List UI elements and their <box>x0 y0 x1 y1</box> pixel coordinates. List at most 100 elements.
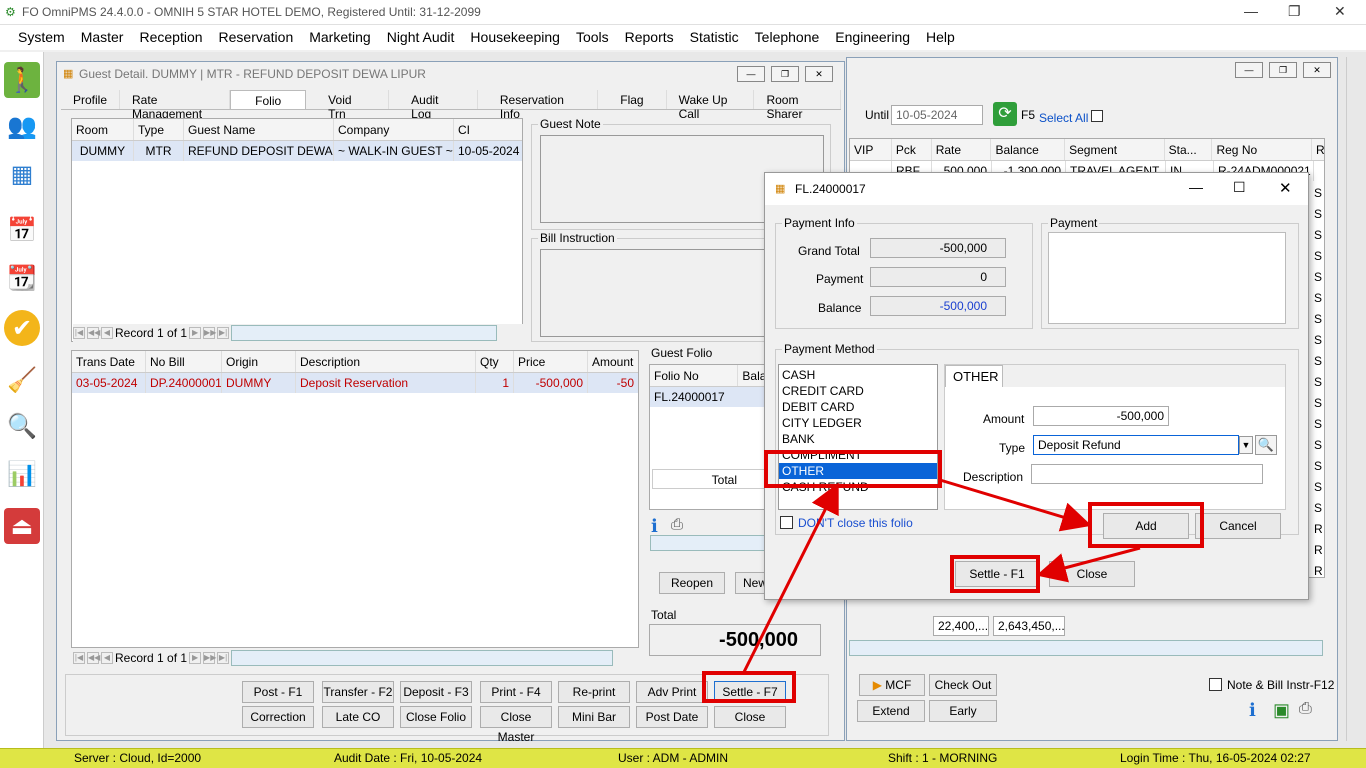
statistics-icon[interactable]: 📊 <box>4 456 40 492</box>
extend-button[interactable]: Extend <box>857 700 925 722</box>
col-rate[interactable]: Rate <box>932 139 992 160</box>
next-record-icon[interactable]: ▶ <box>189 327 202 339</box>
first-record-icon[interactable]: |◀ <box>73 652 85 664</box>
floor-plan-icon[interactable]: ▦ <box>4 156 40 192</box>
transfer-button[interactable]: Transfer - F2 <box>322 681 394 703</box>
menu-tools[interactable]: Tools <box>568 25 617 50</box>
method-city-ledger[interactable]: CITY LEDGER <box>779 415 937 431</box>
check-out-button[interactable]: Check Out <box>929 674 997 696</box>
select-all-label[interactable]: Select All <box>1039 111 1088 125</box>
dont-close-checkbox[interactable] <box>780 516 793 529</box>
dialog-maximize-icon[interactable]: ☐ <box>1233 179 1246 196</box>
search-analytics-icon[interactable]: 🔍 <box>4 408 40 444</box>
col-ci[interactable]: CI <box>454 119 522 140</box>
col-status[interactable]: Sta... <box>1165 139 1213 160</box>
reprint-button[interactable]: Re-print <box>558 681 630 703</box>
mdi-scrollbar[interactable] <box>1346 57 1364 741</box>
post-date-button[interactable]: Post Date <box>636 706 708 728</box>
menu-reception[interactable]: Reception <box>131 25 210 50</box>
method-bank[interactable]: BANK <box>779 431 937 447</box>
adv-print-button[interactable]: Adv Print <box>636 681 708 703</box>
tab-void-trn[interactable]: Void Trn <box>306 90 390 121</box>
trans-hscroll[interactable] <box>231 650 614 666</box>
col-description[interactable]: Description <box>296 351 476 372</box>
until-date-field[interactable]: 10-05-2024 <box>891 105 983 125</box>
dont-close-label[interactable]: DON'T close this folio <box>798 516 913 530</box>
menu-engineering[interactable]: Engineering <box>827 25 918 50</box>
method-credit-card[interactable]: CREDIT CARD <box>779 383 937 399</box>
tab-folio[interactable]: Folio <box>230 90 307 109</box>
tab-flag[interactable]: Flag <box>598 90 667 109</box>
select-all-checkbox[interactable] <box>1091 110 1103 122</box>
col-no-bill[interactable]: No Bill <box>146 351 222 372</box>
mini-bar-button[interactable]: Mini Bar <box>558 706 630 728</box>
col-price[interactable]: Price <box>514 351 588 372</box>
prev-record-icon[interactable]: ◀ <box>101 652 113 664</box>
col-guest-name[interactable]: Guest Name <box>184 119 334 140</box>
menu-master[interactable]: Master <box>73 25 132 50</box>
close-master-button[interactable]: Close Master <box>480 706 552 744</box>
menu-statistic[interactable]: Statistic <box>682 25 747 50</box>
col-reg-no[interactable]: Reg No <box>1212 139 1313 160</box>
prev-page-icon[interactable]: ◀◀ <box>87 652 100 664</box>
col-folio-no[interactable]: Folio No <box>650 365 739 386</box>
payment-method-list[interactable]: CASH CREDIT CARD DEBIT CARD CITY LEDGER … <box>778 364 938 510</box>
amount-field[interactable]: -500,000 <box>1033 406 1169 426</box>
close-button[interactable]: Close <box>714 706 786 728</box>
info-icon[interactable]: ℹ <box>1249 700 1256 721</box>
folio-hscroll[interactable] <box>650 535 768 551</box>
method-cash[interactable]: CASH <box>779 367 937 383</box>
last-record-icon[interactable]: ▶| <box>217 327 230 339</box>
exit-icon[interactable]: ⏏ <box>4 508 40 544</box>
menu-reports[interactable]: Reports <box>617 25 682 50</box>
restore-icon[interactable]: ❐ <box>1288 3 1301 20</box>
tab-profile[interactable]: Profile <box>61 90 121 109</box>
first-record-icon[interactable]: |◀ <box>73 327 85 339</box>
prev-page-icon[interactable]: ◀◀ <box>87 327 100 339</box>
col-amount[interactable]: Amount <box>588 351 638 372</box>
gd-restore-button[interactable]: ❐ <box>771 66 799 82</box>
col-pck[interactable]: Pck <box>892 139 932 160</box>
transaction-row[interactable]: 03-05-2024 DP.24000001 DUMMY Deposit Res… <box>72 373 638 393</box>
folio-printer-icon[interactable]: ⎙ <box>671 516 683 533</box>
tab-rate-management[interactable]: Rate Management <box>120 90 231 121</box>
menu-system[interactable]: System <box>10 25 73 50</box>
next-page-icon[interactable]: ▶▶ <box>203 327 216 339</box>
bg-close-button[interactable]: ✕ <box>1303 62 1331 78</box>
room-hscroll[interactable] <box>231 325 498 341</box>
early-button[interactable]: Early <box>929 700 997 722</box>
type-dropdown-icon[interactable]: ▼ <box>1239 436 1253 454</box>
correction-button[interactable]: Correction <box>242 706 314 728</box>
type-search-icon[interactable]: 🔍 <box>1255 435 1277 455</box>
dialog-minimize-icon[interactable]: — <box>1189 179 1203 195</box>
guests-icon[interactable]: 👥 <box>4 108 40 144</box>
next-record-icon[interactable]: ▶ <box>189 652 202 664</box>
method-debit-card[interactable]: DEBIT CARD <box>779 399 937 415</box>
checklist-icon[interactable]: ✔ <box>4 310 40 346</box>
folio-info-icon[interactable]: ℹ <box>651 516 658 537</box>
col-type[interactable]: Type <box>134 119 184 140</box>
printer-icon[interactable]: ⎙ <box>1299 700 1312 718</box>
tab-audit-log[interactable]: Audit Log <box>389 90 478 121</box>
col-trans-date[interactable]: Trans Date <box>72 351 146 372</box>
col-r[interactable]: R <box>1312 139 1324 160</box>
col-room[interactable]: Room <box>72 119 134 140</box>
close-folio-button[interactable]: Close Folio <box>400 706 472 728</box>
walk-in-icon[interactable]: 🚶 <box>4 62 40 98</box>
menu-help[interactable]: Help <box>918 25 963 50</box>
menu-marketing[interactable]: Marketing <box>301 25 378 50</box>
menu-reservation[interactable]: Reservation <box>211 25 302 50</box>
reopen-button[interactable]: Reopen <box>659 572 725 594</box>
col-qty[interactable]: Qty <box>476 351 514 372</box>
post-button[interactable]: Post - F1 <box>242 681 314 703</box>
print-button[interactable]: Print - F4 <box>480 681 552 703</box>
dialog-close-icon[interactable]: ✕ <box>1279 179 1292 197</box>
prev-record-icon[interactable]: ◀ <box>101 327 113 339</box>
col-segment[interactable]: Segment <box>1065 139 1165 160</box>
bg-restore-button[interactable]: ❐ <box>1269 62 1297 78</box>
menu-telephone[interactable]: Telephone <box>747 25 828 50</box>
close-icon[interactable]: ✕ <box>1334 3 1346 20</box>
bg-horizontal-scrollbar[interactable] <box>849 640 1323 656</box>
housekeeping-icon[interactable]: 🧹 <box>4 362 40 398</box>
refresh-icon[interactable]: ⟳ <box>993 102 1017 126</box>
